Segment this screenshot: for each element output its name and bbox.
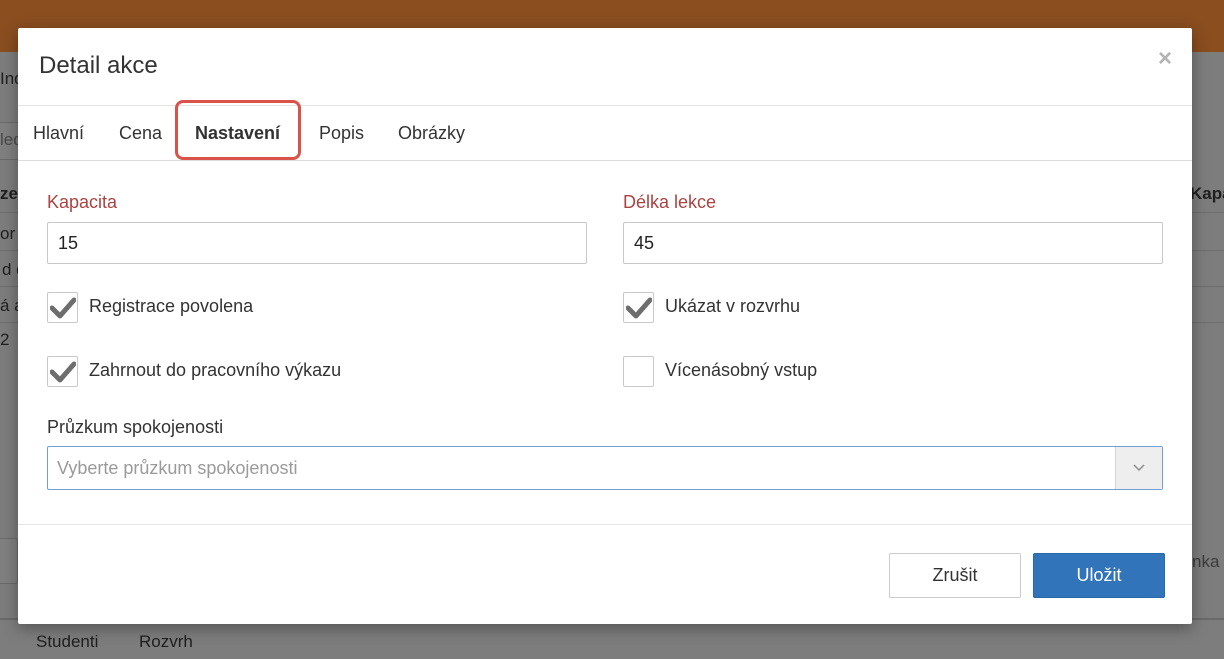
checkmark-icon	[50, 361, 76, 383]
survey-select-toggle[interactable]	[1115, 447, 1162, 489]
capacity-input[interactable]	[47, 222, 587, 264]
registration-allowed-label: Registrace povolena	[89, 296, 254, 316]
survey-label: Průzkum spokojenosti	[47, 417, 224, 437]
tab-hlavni[interactable]: Hlavní	[33, 123, 84, 144]
chevron-down-icon	[1133, 464, 1145, 472]
survey-select[interactable]: Vyberte průzkum spokojenosti	[47, 446, 1163, 490]
background-tab-rozvrh: Rozvrh	[139, 632, 193, 651]
event-detail-modal: Detail akce × Hlavní Cena Nastavení Popi…	[18, 28, 1192, 624]
include-in-work-report-checkbox[interactable]	[47, 356, 78, 387]
close-icon[interactable]: ×	[1154, 47, 1176, 71]
cancel-button[interactable]: Zrušit	[889, 553, 1021, 598]
lesson-length-label: Délka lekce	[623, 192, 717, 212]
capacity-label: Kapacita	[47, 192, 118, 212]
checkmark-icon	[626, 297, 652, 319]
lesson-length-input[interactable]	[623, 222, 1163, 264]
tab-nastaveni[interactable]: Nastavení	[195, 123, 280, 144]
tab-obrazky[interactable]: Obrázky	[398, 123, 465, 144]
modal-title: Detail akce	[39, 52, 158, 79]
background-text-fragment: Kapa	[1190, 184, 1224, 203]
tab-cena[interactable]: Cena	[119, 123, 162, 144]
modal-tabs: Hlavní Cena Nastavení Popis Obrázky	[18, 106, 1192, 161]
background-text-fragment: or	[0, 224, 16, 243]
background-button	[0, 538, 18, 584]
show-in-schedule-label: Ukázat v rozvrhu	[665, 296, 801, 316]
modal-footer: Zrušit Uložit	[18, 524, 1192, 625]
multiple-entry-checkbox[interactable]	[623, 356, 654, 387]
background-text-fragment: 2	[0, 330, 10, 349]
include-in-work-report-label: Zahrnout do pracovního výkazu	[89, 360, 342, 380]
multiple-entry-label: Vícenásobný vstup	[665, 360, 818, 380]
checkmark-icon	[50, 297, 76, 319]
background-text-fragment: nka	[1192, 552, 1220, 571]
background-tab-studenti: Studenti	[36, 632, 99, 651]
show-in-schedule-checkbox[interactable]	[623, 292, 654, 323]
save-button[interactable]: Uložit	[1033, 553, 1165, 598]
tab-popis[interactable]: Popis	[319, 123, 364, 144]
survey-select-placeholder: Vyberte průzkum spokojenosti	[57, 458, 298, 478]
registration-allowed-checkbox[interactable]	[47, 292, 78, 323]
modal-header: Detail akce ×	[18, 28, 1192, 106]
